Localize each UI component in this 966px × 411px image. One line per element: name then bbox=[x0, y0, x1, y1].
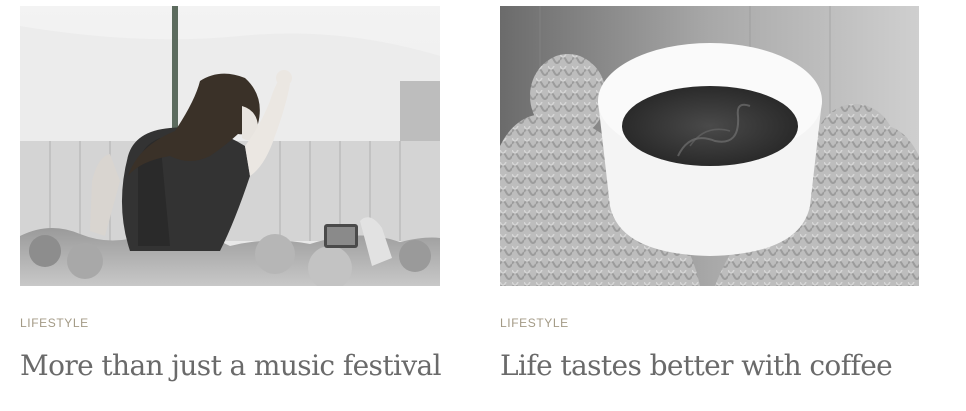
post-title-link[interactable]: Life tastes better with coffee bbox=[500, 348, 919, 384]
post-card: LIFESTYLE More than just a music festiva… bbox=[20, 6, 442, 384]
concert-crowd-image bbox=[20, 6, 440, 286]
post-card: LIFESTYLE Life tastes better with coffee bbox=[500, 6, 919, 384]
post-thumbnail-link[interactable] bbox=[500, 6, 919, 286]
post-category-link[interactable]: LIFESTYLE bbox=[500, 316, 919, 330]
coffee-mittens-image bbox=[500, 6, 919, 286]
post-thumbnail-link[interactable] bbox=[20, 6, 440, 286]
post-category-link[interactable]: LIFESTYLE bbox=[20, 316, 440, 330]
post-title-link[interactable]: More than just a music festival bbox=[20, 348, 442, 384]
